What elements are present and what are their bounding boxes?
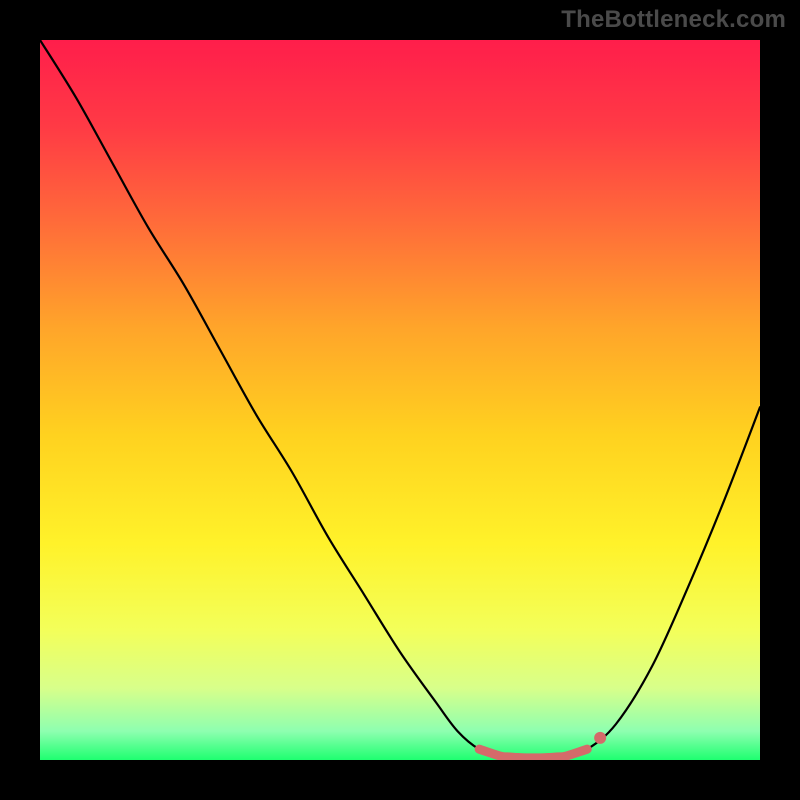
chart-frame: TheBottleneck.com	[0, 0, 800, 800]
plot-area	[40, 40, 760, 760]
optimal-range-end-dot	[594, 732, 606, 744]
plot-svg	[40, 40, 760, 760]
watermark-text: TheBottleneck.com	[561, 6, 786, 34]
